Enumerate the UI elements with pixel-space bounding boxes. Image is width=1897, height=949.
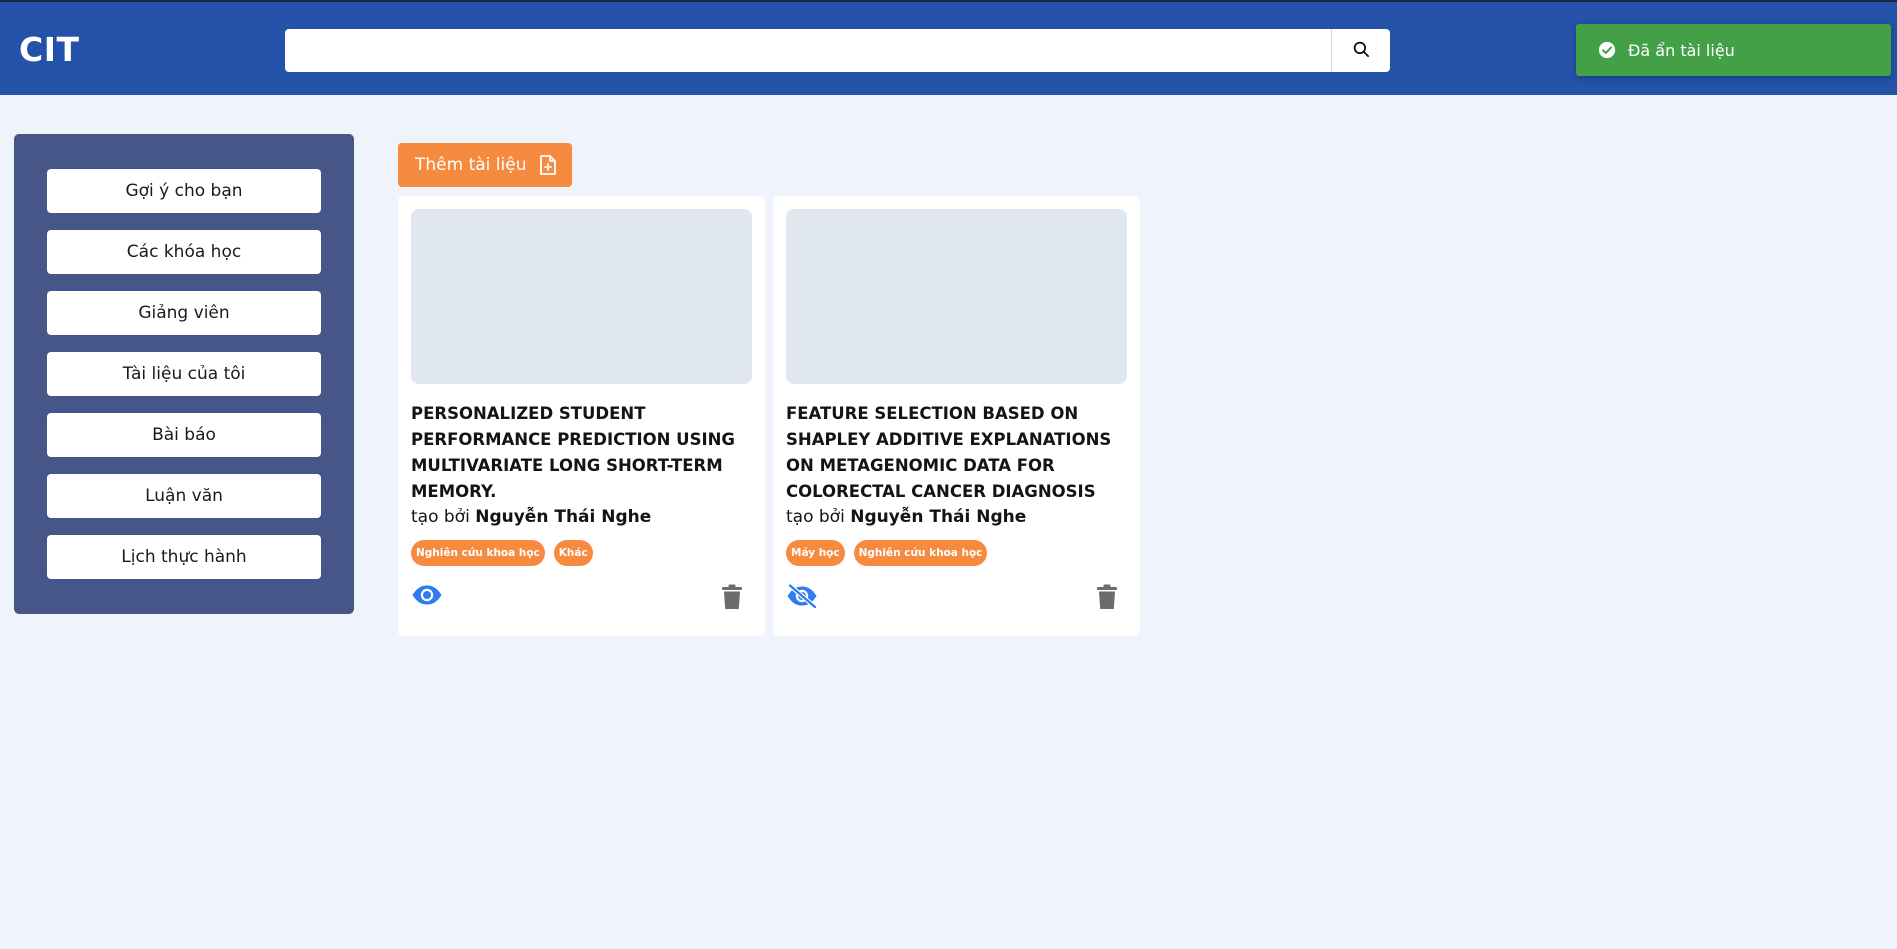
sidebar-item-suggestions[interactable]: Gợi ý cho bạn — [47, 169, 321, 213]
sidebar-item-lab-schedule[interactable]: Lịch thực hành — [47, 535, 321, 579]
file-plus-icon — [538, 154, 558, 176]
tag-list: Nghiên cứu khoa học Khác — [411, 540, 593, 566]
author-name: Nguyễn Thái Nghe — [850, 507, 1027, 527]
tag-badge[interactable]: Nghiên cứu khoa học — [411, 540, 545, 566]
add-document-label: Thêm tài liệu — [415, 155, 527, 175]
document-thumbnail[interactable] — [786, 209, 1127, 384]
check-circle-icon — [1598, 41, 1616, 59]
trash-icon[interactable] — [1096, 584, 1118, 610]
search-bar — [285, 29, 1390, 72]
eye-icon[interactable] — [411, 584, 443, 606]
eye-slash-icon[interactable] — [786, 584, 818, 608]
sidebar: Gợi ý cho bạn Các khóa học Giảng viên Tà… — [14, 134, 354, 614]
sidebar-item-my-documents[interactable]: Tài liệu của tôi — [47, 352, 321, 396]
document-card[interactable]: FEATURE SELECTION BASED ON SHAPLEY ADDIT… — [773, 196, 1140, 636]
author-name: Nguyễn Thái Nghe — [475, 507, 652, 527]
document-thumbnail[interactable] — [411, 209, 752, 384]
document-author: tạo bởi Nguyễn Thái Nghe — [786, 507, 1026, 527]
author-prefix: tạo bởi — [411, 507, 470, 527]
document-author: tạo bởi Nguyễn Thái Nghe — [411, 507, 651, 527]
document-title[interactable]: PERSONALIZED STUDENT PERFORMANCE PREDICT… — [411, 401, 756, 505]
sidebar-item-theses[interactable]: Luận văn — [47, 474, 321, 518]
tag-badge[interactable]: Máy học — [786, 540, 845, 566]
document-title[interactable]: FEATURE SELECTION BASED ON SHAPLEY ADDIT… — [786, 401, 1131, 505]
tag-list: Máy học Nghiên cứu khoa học — [786, 540, 988, 566]
search-button[interactable] — [1331, 29, 1390, 72]
search-icon — [1352, 40, 1370, 62]
document-card[interactable]: PERSONALIZED STUDENT PERFORMANCE PREDICT… — [398, 196, 765, 636]
tag-badge[interactable]: Khác — [553, 540, 593, 566]
add-document-button[interactable]: Thêm tài liệu — [398, 143, 572, 187]
toast-notification[interactable]: Đã ẩn tài liệu — [1576, 24, 1891, 76]
sidebar-item-courses[interactable]: Các khóa học — [47, 230, 321, 274]
trash-icon[interactable] — [721, 584, 743, 610]
tag-badge[interactable]: Nghiên cứu khoa học — [853, 540, 988, 566]
search-input[interactable] — [285, 29, 1331, 72]
sidebar-item-lecturers[interactable]: Giảng viên — [47, 291, 321, 335]
sidebar-item-articles[interactable]: Bài báo — [47, 413, 321, 457]
author-prefix: tạo bởi — [786, 507, 845, 527]
app-logo[interactable]: CIT — [19, 30, 80, 69]
toast-message: Đã ẩn tài liệu — [1628, 40, 1735, 60]
